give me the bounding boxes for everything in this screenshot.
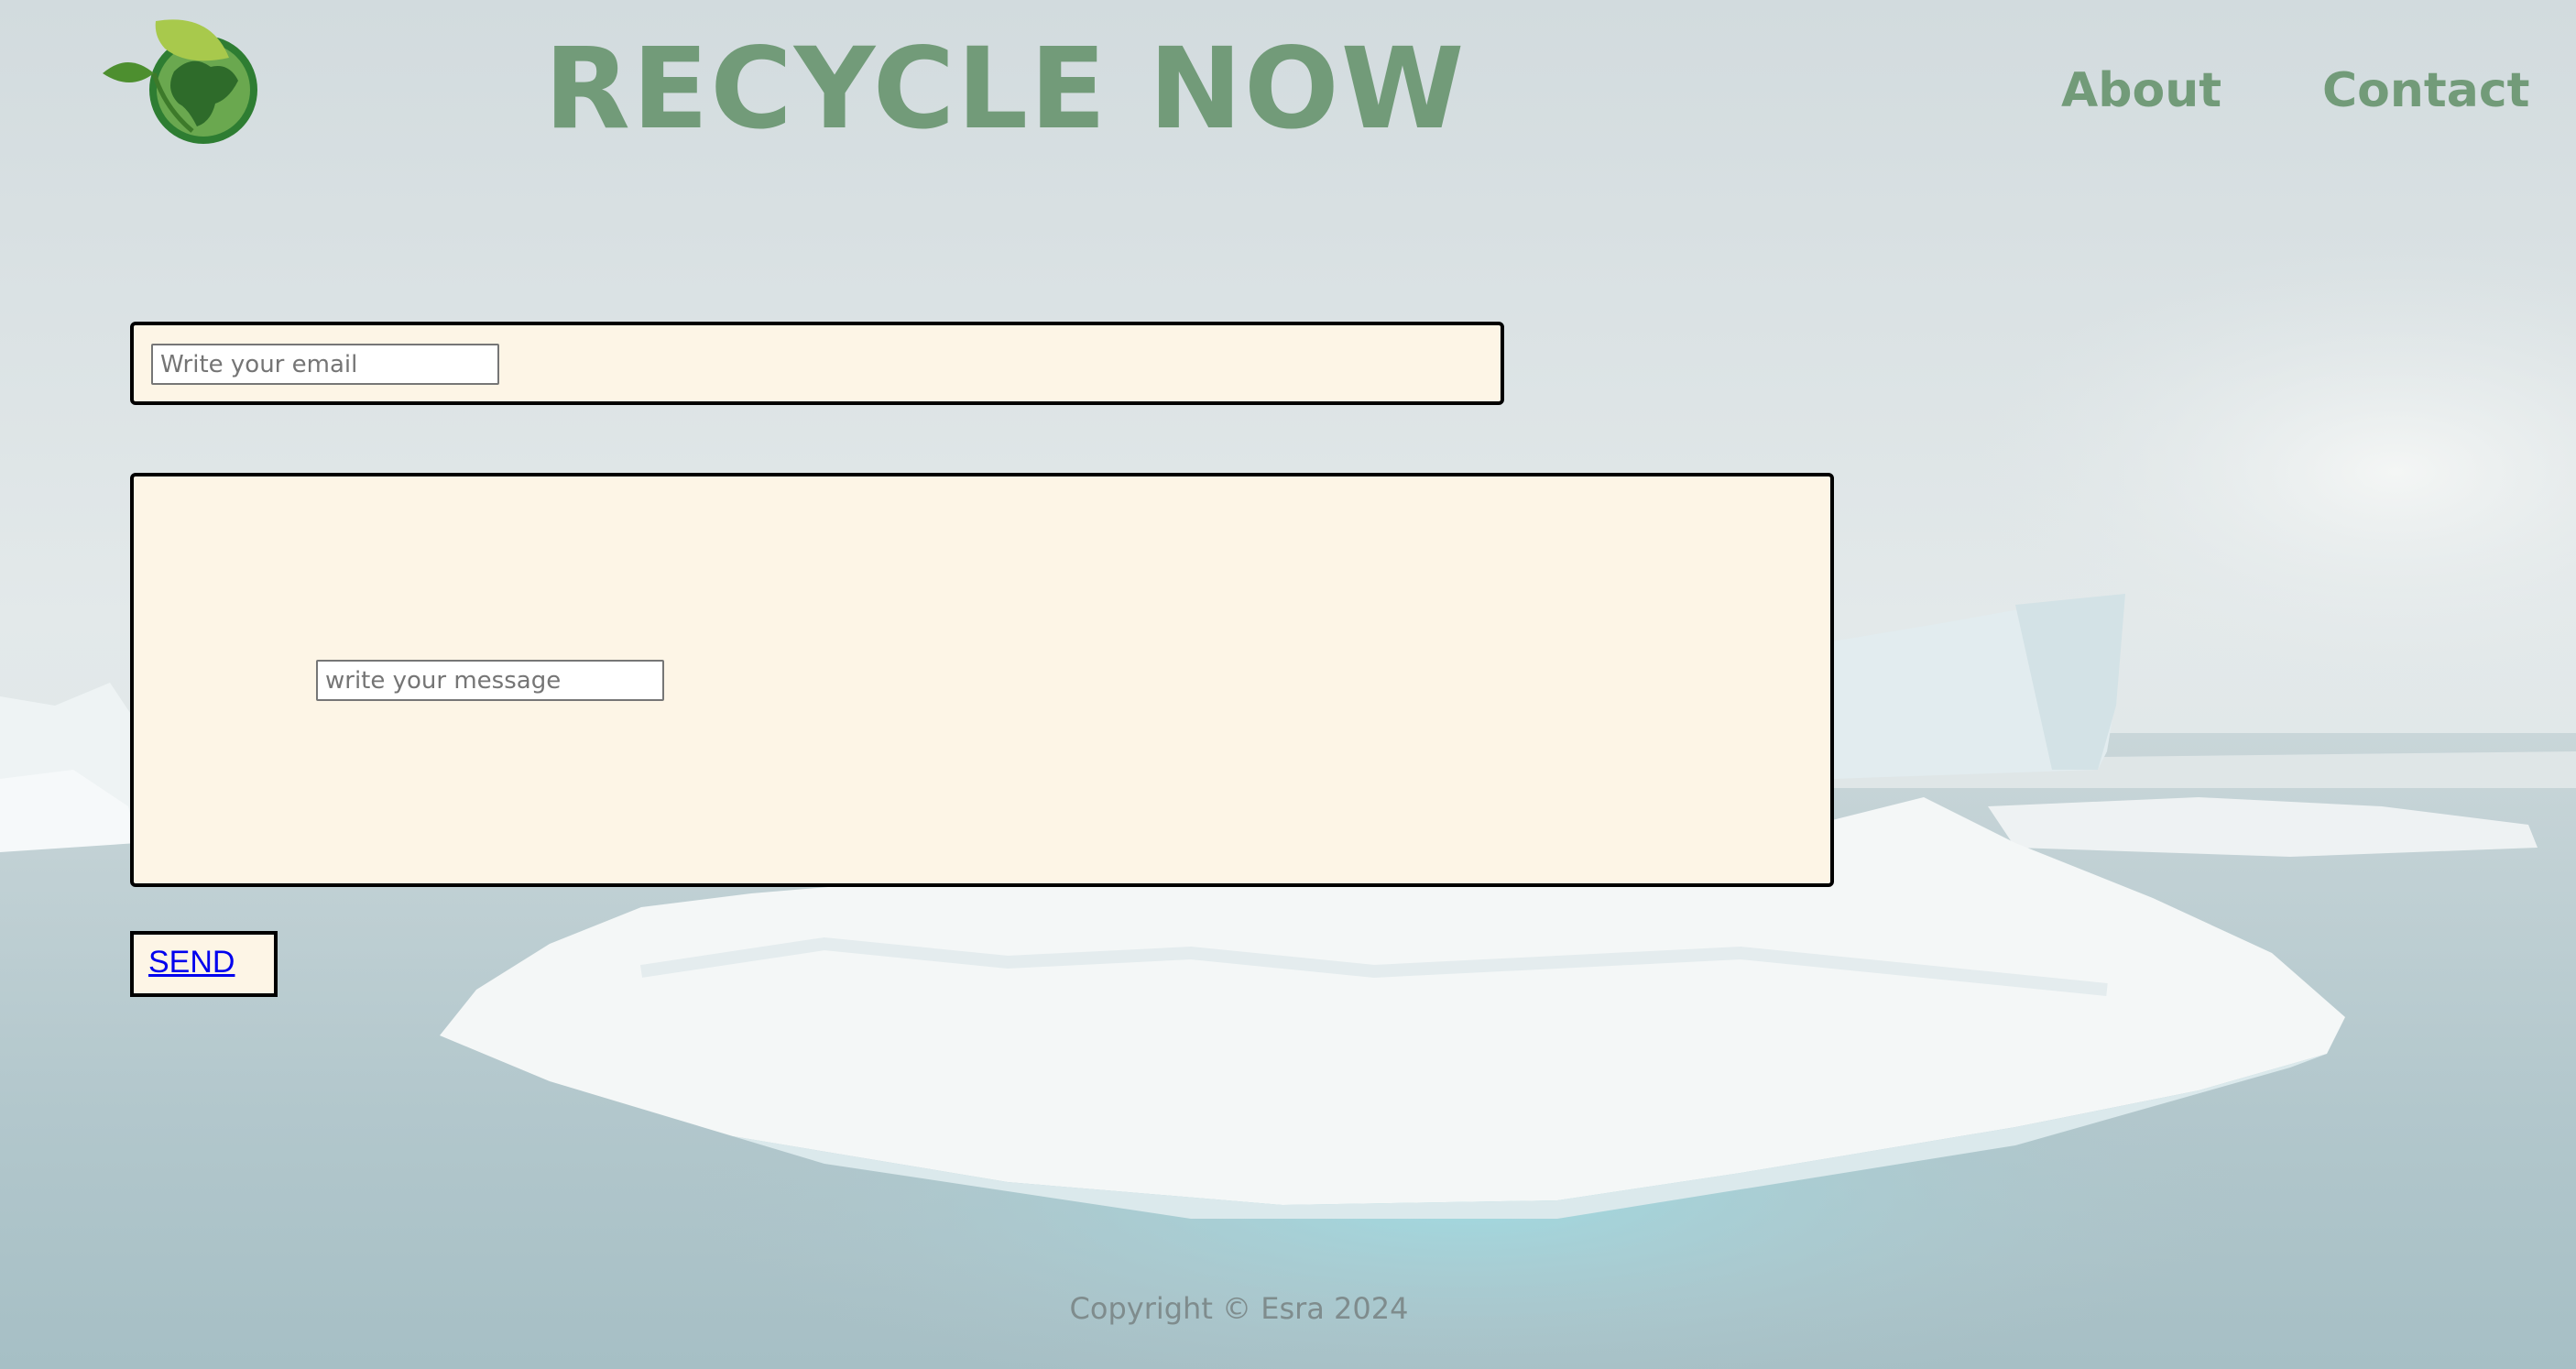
send-link[interactable]: SEND [148,942,235,982]
message-field[interactable] [316,660,664,701]
footer-copyright: Copyright © Esra 2024 [1069,1291,1409,1326]
site-title: RECYCLE NOW [544,24,1467,154]
nav-link-contact[interactable]: Contact [2322,59,2530,123]
globe-leaf-icon [103,19,257,144]
nav-link-about[interactable]: About [2061,59,2221,123]
email-field[interactable] [151,344,499,385]
